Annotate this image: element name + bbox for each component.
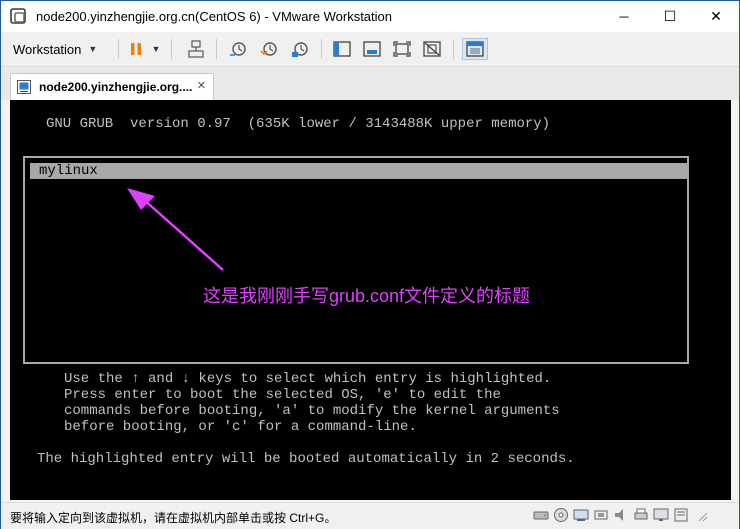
snapshot-revert-button[interactable] — [258, 39, 280, 59]
grub-help-line: Use the ↑ and ↓ keys to select which ent… — [64, 371, 552, 387]
maximize-icon: ☐ — [663, 8, 677, 24]
sound-card-icon[interactable] — [613, 507, 629, 523]
console-view-button[interactable] — [462, 38, 488, 60]
toolbar-separator — [216, 39, 217, 59]
network-adapter-icon[interactable] — [573, 507, 589, 523]
snapshot-take-button[interactable] — [227, 39, 249, 59]
grub-entry-label: mylinux — [39, 163, 98, 179]
unity-icon — [423, 41, 441, 57]
chevron-down-icon: ▼ — [151, 44, 161, 54]
vm-tab-bar: node200.yinzhengjie.org.... × — [1, 67, 739, 100]
window-title: node200.yinzhengjie.org.cn(CentOS 6) - V… — [36, 9, 392, 24]
message-log-icon[interactable] — [673, 507, 689, 523]
snapshot-manager-icon — [292, 42, 308, 57]
minimize-button[interactable]: ─ — [601, 1, 647, 32]
resize-grip-icon[interactable] — [693, 507, 709, 523]
full-screen-button[interactable] — [391, 39, 413, 59]
close-button[interactable]: ✕ — [693, 1, 739, 32]
toolbar: Workstation ▼ ▼ — [1, 32, 739, 67]
close-icon: ✕ — [710, 8, 722, 24]
snapshot-manager-button[interactable] — [289, 39, 311, 59]
display-icon[interactable] — [653, 507, 669, 523]
show-thumbnail-button[interactable] — [361, 39, 383, 59]
status-bar: 要将输入定向到该虚拟机，请在虚拟机内部单击或按 Ctrl+G。 — [1, 502, 739, 529]
sidebar-icon — [333, 41, 351, 57]
grub-countdown: The highlighted entry will be booted aut… — [37, 451, 575, 467]
grub-header: GNU GRUB version 0.97 (635K lower / 3143… — [46, 116, 551, 132]
keyboard-network-icon — [188, 40, 204, 58]
vm-tab-label: node200.yinzhengjie.org.... — [39, 80, 193, 94]
snapshot-icon — [230, 42, 246, 56]
toolbar-separator — [453, 39, 454, 59]
grub-help-line: Press enter to boot the selected OS, 'e'… — [64, 387, 501, 403]
title-bar[interactable]: node200.yinzhengjie.org.cn(CentOS 6) - V… — [1, 1, 739, 32]
close-tab-icon[interactable]: × — [197, 77, 206, 94]
unity-button[interactable] — [421, 39, 443, 59]
snapshot-revert-icon — [260, 42, 277, 56]
hard-disk-icon[interactable] — [533, 507, 549, 523]
send-ctrl-alt-del-button[interactable] — [185, 39, 207, 59]
status-text: 要将输入定向到该虚拟机，请在虚拟机内部单击或按 Ctrl+G。 — [10, 511, 337, 525]
chevron-down-icon: ▼ — [88, 44, 98, 54]
annotation-text: 这是我刚刚手写grub.conf文件定义的标题 — [203, 286, 531, 306]
grub-help-line: commands before booting, 'a' to modify t… — [64, 403, 560, 419]
maximize-button[interactable]: ☐ — [647, 1, 693, 32]
usb-icon[interactable] — [593, 507, 609, 523]
device-icons — [533, 507, 709, 523]
grub-entry-selected[interactable]: mylinux — [30, 163, 688, 179]
show-library-button[interactable] — [331, 39, 353, 59]
toolbar-separator — [118, 39, 119, 59]
minimize-icon: ─ — [619, 9, 629, 24]
vm-tab[interactable]: node200.yinzhengjie.org.... × — [10, 73, 214, 100]
pause-dropdown-button[interactable]: ▼ — [149, 39, 163, 59]
console-view-icon — [466, 41, 484, 57]
grub-help-line: before booting, or 'c' for a command-lin… — [64, 419, 417, 435]
vm-icon — [17, 80, 31, 94]
pause-icon — [131, 43, 141, 55]
full-screen-icon — [393, 41, 411, 57]
vm-console[interactable]: GNU GRUB version 0.97 (635K lower / 3143… — [10, 100, 731, 500]
printer-icon[interactable] — [633, 507, 649, 523]
vmware-app-icon — [10, 8, 26, 24]
pause-button[interactable] — [125, 39, 147, 59]
toolbar-separator — [171, 39, 172, 59]
thumbnail-bar-icon — [363, 41, 381, 57]
annotation-arrow-icon — [127, 188, 224, 271]
workstation-menu-label: Workstation — [13, 41, 82, 57]
vmware-window: node200.yinzhengjie.org.cn(CentOS 6) - V… — [0, 0, 740, 529]
toolbar-separator — [321, 39, 322, 59]
workstation-menu[interactable]: Workstation ▼ — [13, 38, 97, 60]
cd-dvd-icon[interactable] — [553, 507, 569, 523]
